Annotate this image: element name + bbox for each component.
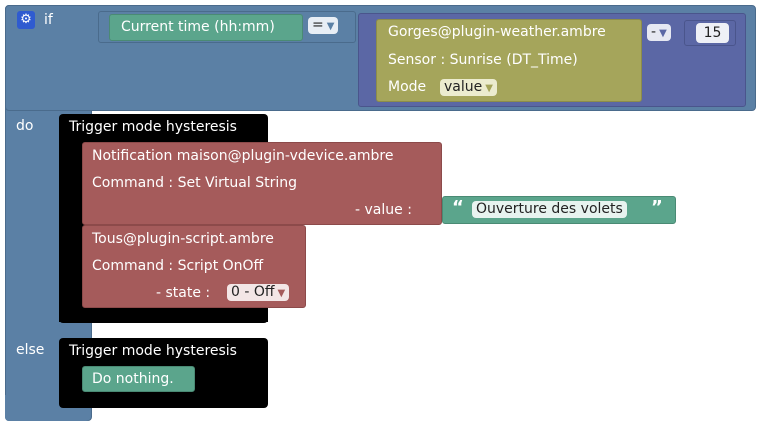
chevron-down-icon: ▼	[659, 28, 667, 39]
else-trigger-label: Trigger mode hysteresis	[69, 343, 237, 359]
gear-icon[interactable]: ⚙	[17, 11, 35, 29]
mode-dropdown[interactable]: value ▼	[440, 79, 497, 96]
script-device: Tous@plugin-script.ambre	[92, 231, 274, 247]
weather-sensor: Sensor : Sunrise (DT_Time)	[388, 52, 578, 68]
mode-value: value	[444, 79, 483, 95]
do-trigger-label: Trigger mode hysteresis	[69, 119, 237, 135]
operator-dropdown[interactable]: = ▼	[308, 17, 339, 34]
value-field-label: - value :	[355, 202, 412, 218]
current-time-label: Current time (hh:mm)	[121, 19, 275, 35]
if-label: if	[44, 12, 53, 28]
quote-close-icon: ”	[651, 197, 663, 218]
do-trigger-footer	[59, 309, 268, 322]
script-command: Command : Script OnOff	[92, 258, 264, 274]
chevron-down-icon: ▼	[326, 21, 335, 32]
quote-open-icon: “	[452, 197, 464, 218]
notification-device: Notification maison@plugin-vdevice.ambre	[92, 148, 394, 164]
operator-value: =	[312, 17, 324, 33]
notification-command: Command : Set Virtual String	[92, 175, 297, 191]
weather-device-name: Gorges@plugin-weather.ambre	[388, 24, 606, 40]
state-field-label: - state :	[156, 285, 211, 301]
text-value-input[interactable]: Ouverture des volets	[472, 201, 627, 218]
state-value: 0 - Off	[231, 284, 275, 300]
minus-operator-value: -	[651, 24, 657, 40]
mode-label: Mode	[388, 79, 427, 95]
chevron-down-icon: ▼	[277, 288, 286, 299]
state-dropdown[interactable]: 0 - Off ▼	[227, 284, 290, 301]
else-label: else	[16, 342, 45, 358]
minus-operator-dropdown[interactable]: - ▼	[647, 24, 671, 41]
number-input[interactable]: 15	[696, 23, 729, 43]
do-nothing-label: Do nothing.	[92, 371, 174, 387]
chevron-down-icon: ▼	[485, 83, 493, 94]
do-label: do	[16, 118, 34, 134]
